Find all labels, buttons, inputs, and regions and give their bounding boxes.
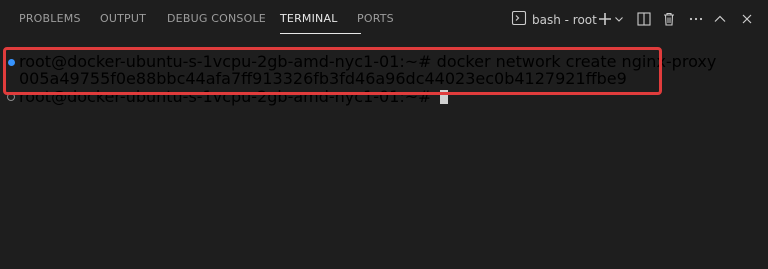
chevron-up-icon[interactable] bbox=[711, 10, 729, 28]
panel-tab-bar: PROBLEMS OUTPUT DEBUG CONSOLE TERMINAL P… bbox=[0, 0, 768, 38]
chevron-down-icon[interactable] bbox=[613, 10, 625, 28]
terminal-line-command: root@docker-ubuntu-s-1vcpu-2gb-amd-nyc1-… bbox=[19, 52, 717, 71]
terminal-selector[interactable]: bash - root bbox=[511, 10, 597, 29]
tab-terminal[interactable]: TERMINAL bbox=[280, 12, 338, 25]
terminal-panel: PROBLEMS OUTPUT DEBUG CONSOLE TERMINAL P… bbox=[0, 0, 768, 269]
tab-ports[interactable]: PORTS bbox=[357, 12, 394, 25]
tab-problems[interactable]: PROBLEMS bbox=[19, 12, 81, 25]
close-icon[interactable] bbox=[738, 10, 756, 28]
terminal-cursor bbox=[439, 90, 448, 104]
tab-output[interactable]: OUTPUT bbox=[100, 12, 146, 25]
trash-icon[interactable] bbox=[660, 10, 678, 28]
tab-debug-console[interactable]: DEBUG CONSOLE bbox=[167, 12, 266, 25]
terminal-selector-label: bash - root bbox=[532, 12, 597, 27]
split-editor-icon[interactable] bbox=[635, 10, 653, 28]
prompt-text: root@docker-ubuntu-s-1vcpu-2gb-amd-nyc1-… bbox=[19, 87, 432, 106]
active-tab-indicator bbox=[280, 33, 361, 34]
plus-icon[interactable] bbox=[596, 10, 614, 28]
terminal-line-prompt: root@docker-ubuntu-s-1vcpu-2gb-amd-nyc1-… bbox=[19, 88, 448, 105]
command-success-decoration[interactable] bbox=[8, 59, 15, 66]
terminal-icon bbox=[511, 10, 527, 29]
command-pending-decoration bbox=[7, 93, 15, 101]
terminal-line-output: 005a49755f0e88bbc44afa7ff913326fb3fd46a9… bbox=[19, 69, 627, 88]
ellipsis-icon[interactable] bbox=[687, 10, 705, 28]
